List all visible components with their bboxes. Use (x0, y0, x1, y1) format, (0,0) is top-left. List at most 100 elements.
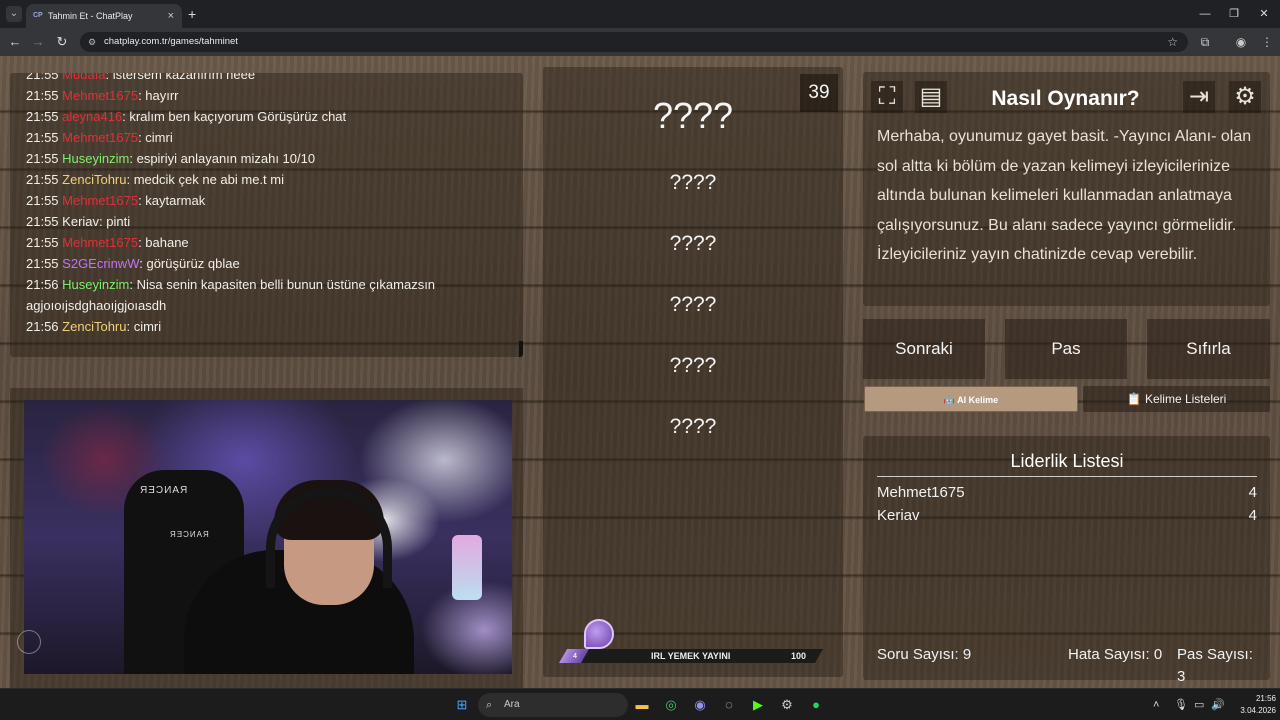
window-close-icon[interactable]: ✕ (1249, 4, 1279, 24)
question-count: Soru Sayısı: 9 (877, 646, 972, 663)
bookmark-star-icon[interactable]: ☆ (1167, 32, 1178, 52)
fullscreen-icon[interactable]: ⛶ (871, 81, 903, 113)
pass-button[interactable]: Pas (1005, 319, 1127, 379)
how-to-play-title: Nasıl Oynanır? (991, 87, 1140, 110)
reset-button[interactable]: Sıfırla (1147, 319, 1270, 379)
leaderboard-title: Liderlik Listesi (877, 448, 1257, 477)
chat-timestamp: 21:55 (26, 172, 59, 187)
os-taskbar: ⊞ ⌕ Ara ▬ ◎ ◉ ◌ ▶ ⚙ ● ˄ 🎙 ▭ 🔊 21:56 3.04… (0, 688, 1280, 720)
browser-tab[interactable]: CP Tahmin Et - ChatPlay × (26, 4, 182, 28)
extensions-icon[interactable]: ⧉ (1196, 33, 1214, 51)
player-name: Keriav (877, 507, 920, 524)
player-name: Mehmet1675 (877, 484, 965, 501)
ai-robot-icon: 🤖 (943, 395, 958, 405)
how-to-play-panel: ⛶ ▤ Nasıl Oynanır? ⇥ ⚙ Merhaba, oyunumuz… (863, 72, 1270, 306)
tray-expand-icon[interactable]: ˄ (1153, 697, 1159, 713)
tab-search-icon[interactable]: ⌄ (6, 6, 22, 22)
irl-level: 4 (573, 653, 577, 660)
chat-username[interactable]: Mehmet1675 (62, 193, 138, 208)
chat-username[interactable]: Mehmet1675 (62, 88, 138, 103)
url-text: chatplay.com.tr/games/tahminet (104, 36, 238, 47)
forbidden-word: ???? (669, 354, 717, 377)
minimize-icon[interactable]: — (1190, 4, 1220, 24)
chat-username[interactable]: Mudafa (62, 73, 105, 82)
chat-username[interactable]: S2GEcrinwW (62, 256, 139, 271)
chat-timestamp: 21:55 (26, 256, 59, 271)
obs-icon[interactable]: ◌ (719, 695, 739, 715)
webcam-corner-indicator (17, 630, 41, 654)
webcam-video: RANCER RANCER (24, 400, 512, 674)
chat-timestamp: 21:56 (26, 277, 59, 292)
browser-menu-icon[interactable]: ⋮ (1258, 33, 1276, 51)
chat-text: : hayırr (138, 88, 179, 103)
chat-message: 21:55 ZenciTohru: medcik çek ne abi me.t… (26, 169, 476, 190)
irl-count: 100 (791, 651, 807, 661)
chat-timestamp: 21:55 (26, 214, 59, 229)
clipboard-icon: 📋 (1126, 392, 1145, 406)
next-button[interactable]: Sonraki (863, 319, 985, 379)
site-info-icon[interactable]: ⚙ (88, 32, 96, 52)
chat-username[interactable]: Huseyinzim (62, 151, 129, 166)
chat-message: 21:55 Mehmet1675: kaytarmak (26, 190, 476, 211)
discord-icon[interactable]: ◉ (690, 695, 710, 715)
chat-username[interactable]: Keriav (62, 214, 99, 229)
chrome-icon[interactable]: ◎ (661, 695, 681, 715)
new-tab-icon[interactable]: + (188, 4, 202, 24)
leaderboard-row: Keriav 4 (877, 505, 1257, 527)
rgb-light (452, 535, 482, 600)
pass-count: Pas Sayısı: 3 (1177, 646, 1253, 685)
chat-text: : espiriyi anlayanın mizahı 10/10 (129, 151, 316, 166)
steam-icon[interactable]: ⚙ (777, 695, 797, 715)
exit-icon[interactable]: ⇥ (1183, 81, 1215, 113)
chat-message: 21:55 Mehmet1675: hayırr (26, 85, 476, 106)
windows-start-icon[interactable]: ⊞ (452, 695, 472, 715)
restore-icon[interactable]: ❐ (1219, 4, 1249, 24)
chat-timestamp: 21:55 (26, 193, 59, 208)
chat-scrollbar[interactable] (519, 341, 523, 357)
system-clock[interactable]: 21:56 3.04.2026 (1226, 693, 1276, 717)
word-lists-button[interactable]: 📋 Kelime Listeleri (1083, 386, 1270, 412)
volume-icon[interactable]: 🔊 (1211, 697, 1225, 713)
chat-text: : kralım ben kaçıyorum Görüşürüz chat (122, 109, 347, 124)
microphone-icon[interactable]: 🎙 (1174, 697, 1188, 713)
chat-message: 21:56 Huseyinzim: Nisa senin kapasiten b… (26, 274, 476, 316)
taskbar-search-input[interactable]: ⌕ Ara (478, 693, 628, 717)
chat-username[interactable]: ZenciTohru (62, 172, 126, 187)
chat-username[interactable]: ZenciTohru (62, 319, 126, 334)
profile-avatar-icon[interactable]: ◉ (1232, 33, 1250, 51)
forbidden-word: ???? (669, 415, 717, 438)
chat-timestamp: 21:55 (26, 130, 59, 145)
rules-document-icon[interactable]: ▤ (915, 81, 947, 113)
back-icon[interactable]: ← (6, 33, 24, 51)
tab-favicon: CP (33, 12, 43, 19)
tab-close-icon[interactable]: × (168, 4, 174, 28)
reload-icon[interactable]: ↻ (53, 33, 71, 51)
chat-username[interactable]: Mehmet1675 (62, 130, 138, 145)
chat-text: : kaytarmak (138, 193, 206, 208)
chat-timestamp: 21:55 (26, 109, 59, 124)
chat-panel: 21:55 Mudafa: istersem kazanırım heee 21:… (10, 73, 523, 357)
address-input[interactable]: ⚙ chatplay.com.tr/games/tahminet ☆ (80, 32, 1188, 52)
forward-icon[interactable]: → (29, 33, 47, 51)
settings-gear-icon[interactable]: ⚙ (1229, 81, 1261, 113)
chat-message: 21:55 Huseyinzim: espiriyi anlayanın miz… (26, 148, 476, 169)
network-icon[interactable]: ▭ (1194, 697, 1204, 713)
spotify-icon[interactable]: ● (806, 695, 826, 715)
chat-text: : medcik çek ne abi me.t mi (126, 172, 284, 187)
forbidden-word: ???? (669, 232, 717, 255)
chat-username[interactable]: Mehmet1675 (62, 235, 138, 250)
chat-message-list: 21:55 Mudafa: istersem kazanırım heee 21:… (26, 73, 476, 337)
webcam-panel: RANCER RANCER (10, 388, 523, 688)
chat-username[interactable]: aleyna416 (62, 109, 122, 124)
ai-word-button[interactable]: 🤖 AI Kelime (864, 386, 1078, 412)
chat-message: 21:55 S2GEcrinwW: görüşürüz qblae (26, 253, 476, 274)
chat-username[interactable]: Huseyinzim (62, 277, 129, 292)
file-explorer-icon[interactable]: ▬ (632, 695, 652, 715)
chat-timestamp: 21:56 (26, 319, 59, 334)
clock-date: 3.04.2026 (1240, 706, 1276, 715)
error-count: Hata Sayısı: 0 (1068, 646, 1163, 663)
leaderboard-panel: Liderlik Listesi Mehmet1675 4 Keriav 4 S… (863, 436, 1270, 685)
irl-badge-icon (584, 619, 614, 649)
chat-text: : görüşürüz qblae (139, 256, 240, 271)
kick-icon[interactable]: ▶ (748, 695, 768, 715)
